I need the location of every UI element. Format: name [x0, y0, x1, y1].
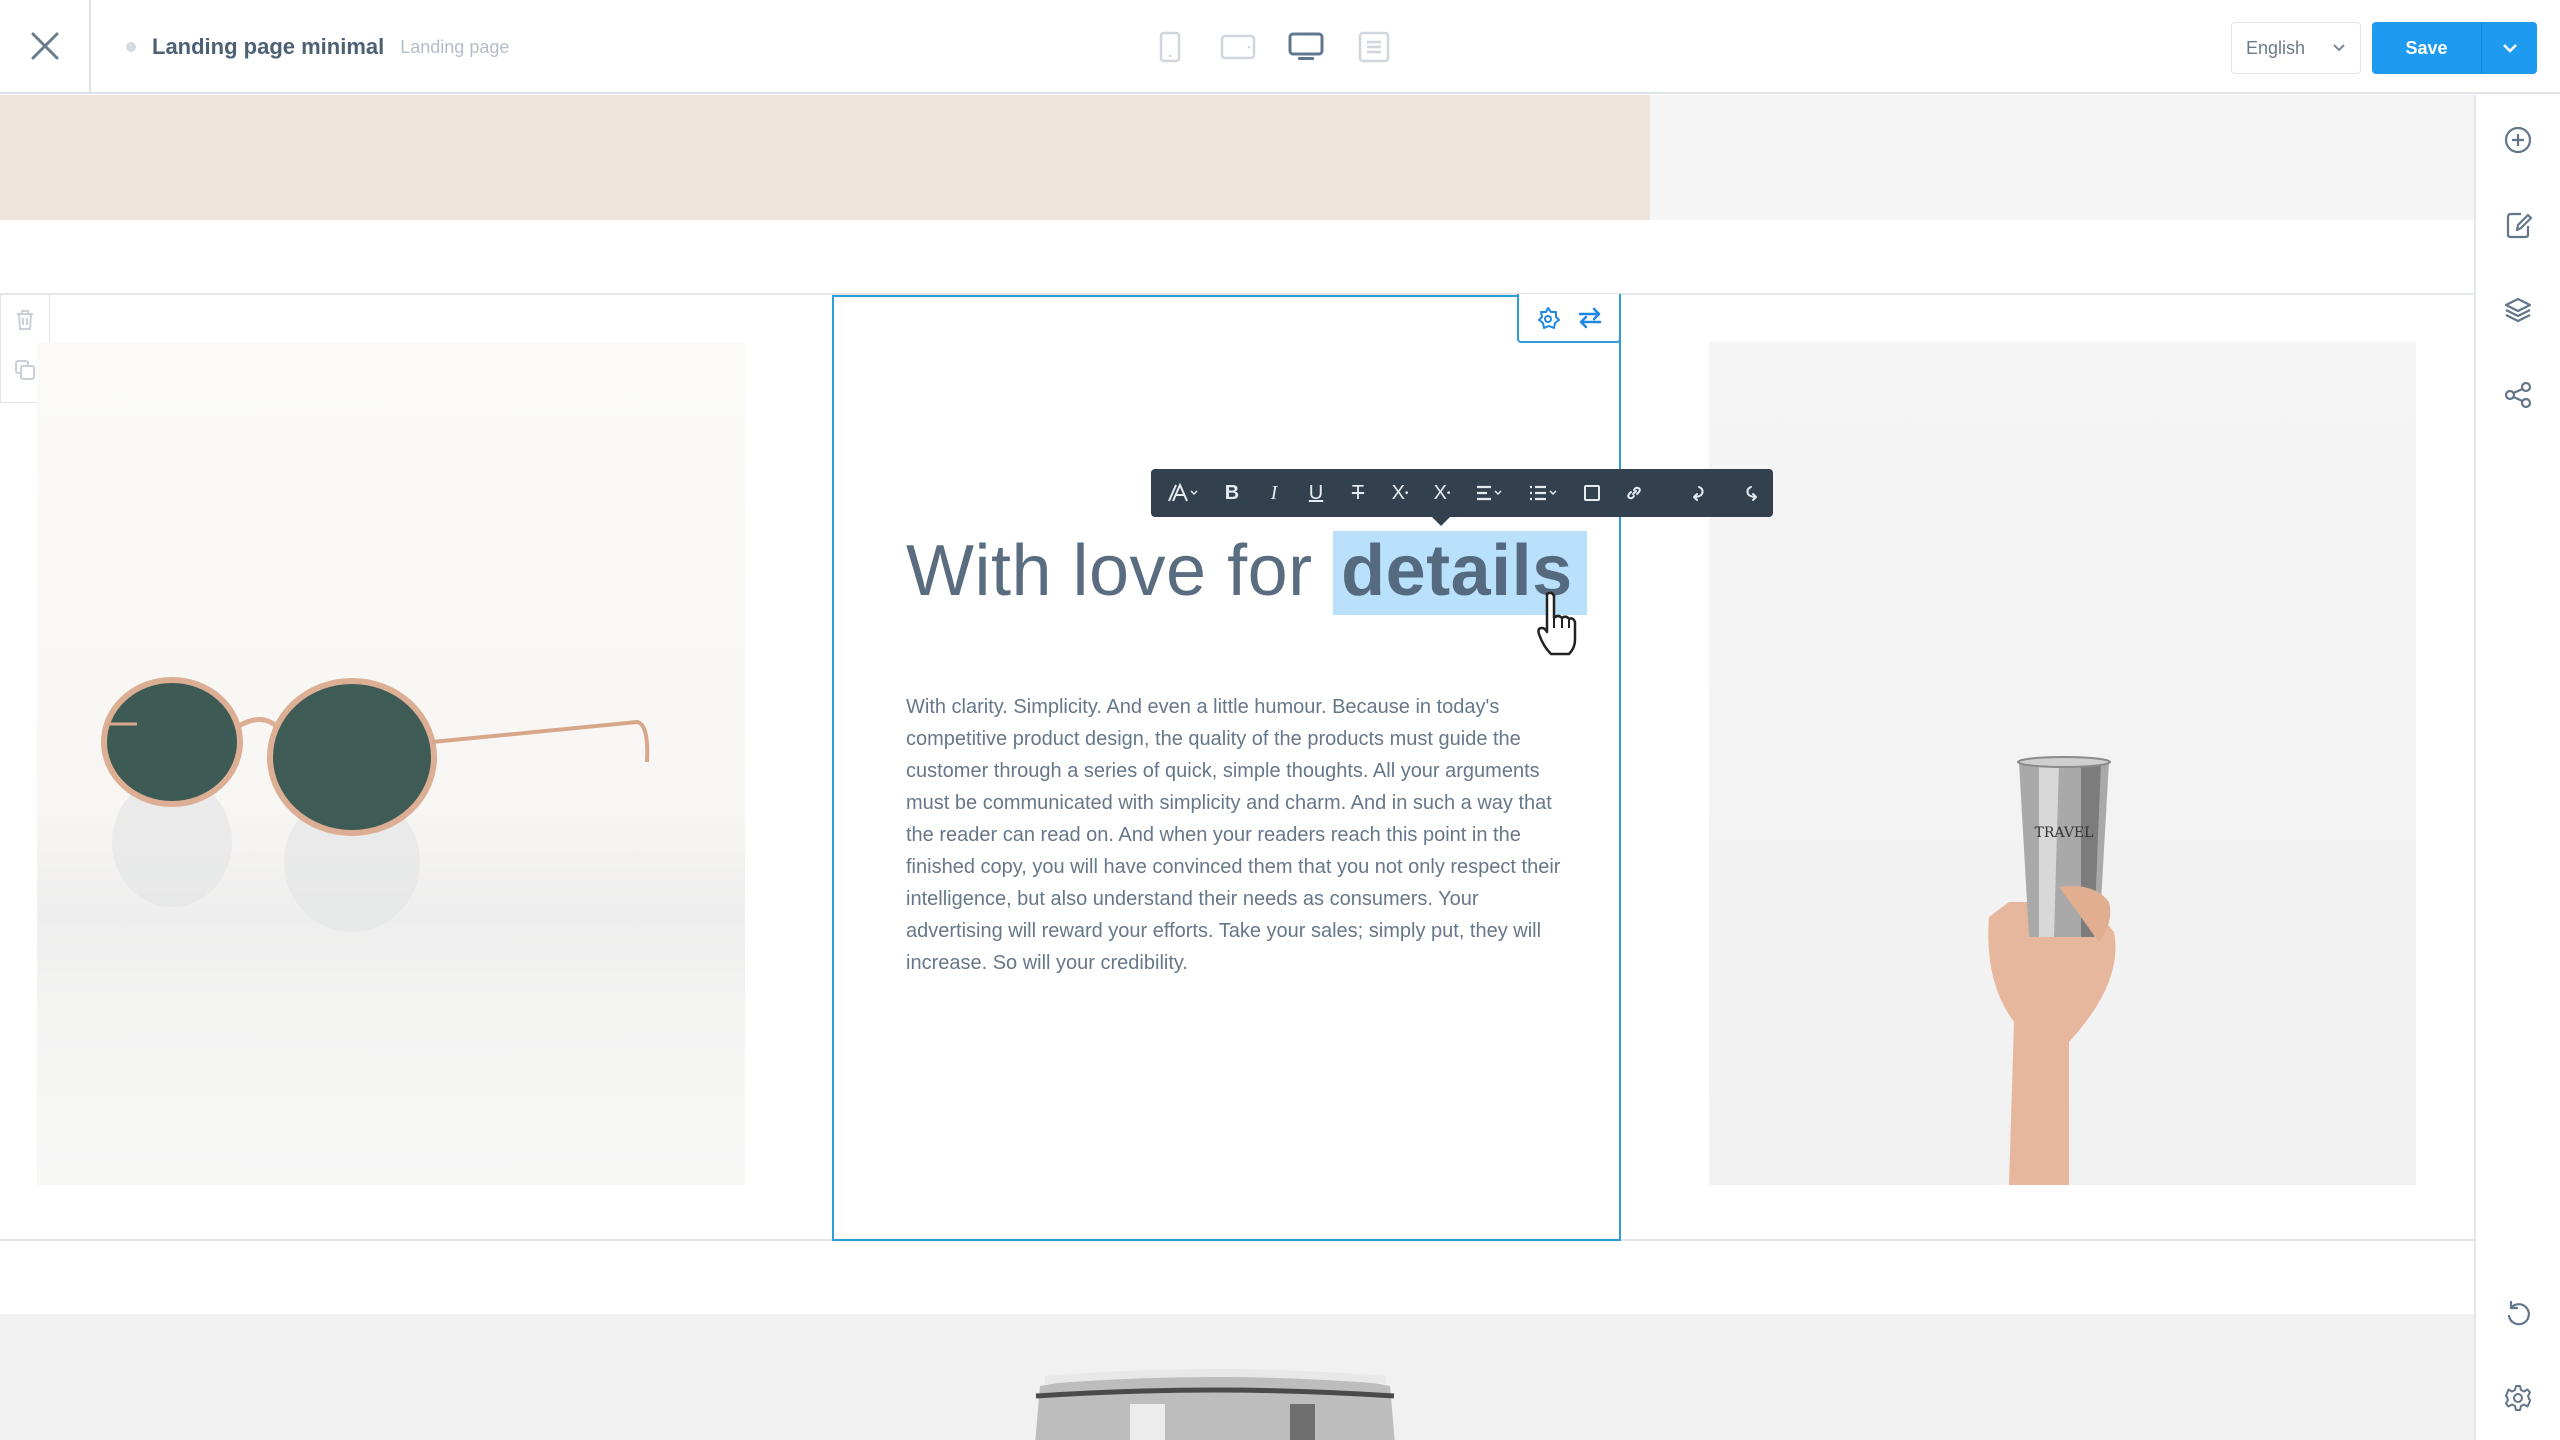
- flower-settings-icon: [1538, 306, 1560, 329]
- share-button[interactable]: [2476, 365, 2560, 425]
- italic-button[interactable]: I: [1253, 469, 1295, 517]
- device-desktop-button[interactable]: [1286, 27, 1326, 67]
- bullet-list-icon: [1530, 485, 1557, 501]
- content-section[interactable]: With love for details With clarity. Simp…: [0, 293, 2474, 1241]
- page-canvas: With love for details With clarity. Simp…: [0, 95, 2474, 1440]
- underline-button[interactable]: U: [1295, 469, 1337, 517]
- phone-icon: [1159, 31, 1181, 63]
- headline[interactable]: With love for details: [906, 530, 1587, 615]
- cup-print-text: TRAVEL: [2035, 825, 2094, 841]
- undo-format-button[interactable]: [1671, 469, 1725, 517]
- superscript-dot: •: [1404, 487, 1409, 499]
- superscript-icon: X: [1391, 481, 1405, 504]
- trash-icon: [17, 310, 33, 330]
- block-settings-button[interactable]: [1530, 300, 1566, 336]
- delete-section-button[interactable]: [1, 295, 49, 345]
- cup-illustration: TRAVEL: [1988, 756, 2116, 1185]
- strikethrough-button[interactable]: T: [1337, 469, 1379, 517]
- bold-icon: B: [1224, 481, 1240, 504]
- body-paragraph[interactable]: With clarity. Simplicity. And even a lit…: [906, 691, 1566, 979]
- share-icon: [2504, 381, 2532, 409]
- monitor-icon: [1288, 32, 1324, 60]
- italic-icon: I: [1270, 481, 1278, 504]
- subscript-dot: •: [1446, 487, 1451, 499]
- cup-image[interactable]: TRAVEL: [1709, 342, 2416, 1185]
- close-button[interactable]: [0, 0, 91, 92]
- next-section[interactable]: [0, 1314, 2474, 1440]
- swap-icon: [1578, 307, 1602, 328]
- chevron-down-icon: [2502, 44, 2517, 53]
- link-icon: [1627, 486, 1641, 500]
- plus-circle-icon: [2504, 126, 2532, 154]
- align-button[interactable]: [1463, 469, 1517, 517]
- font-size-icon: [1168, 483, 1198, 502]
- copy-icon: [15, 360, 35, 380]
- box-button[interactable]: [1571, 469, 1613, 517]
- link-button[interactable]: [1613, 469, 1655, 517]
- save-group: Save: [2372, 22, 2537, 74]
- device-tablet-button[interactable]: [1218, 27, 1258, 67]
- headline-text: With love for: [906, 531, 1334, 611]
- list-button[interactable]: [1517, 469, 1571, 517]
- block-tools: [1517, 294, 1621, 343]
- layers-icon: [2504, 297, 2532, 323]
- chevron-down-icon: [2333, 44, 2345, 52]
- page-title: Landing page minimal: [152, 34, 385, 59]
- strikethrough-icon: T: [1351, 481, 1365, 504]
- square-icon: [1584, 485, 1600, 501]
- settings-button[interactable]: [2476, 1368, 2560, 1428]
- bold-button[interactable]: B: [1211, 469, 1253, 517]
- hero-banner-background: [1650, 95, 2474, 220]
- redo-arrow-icon: [1746, 486, 1757, 501]
- redo-format-button[interactable]: [1725, 469, 1779, 517]
- device-list-button[interactable]: [1354, 27, 1394, 67]
- tablet-icon: [1220, 34, 1256, 60]
- swap-block-button[interactable]: [1572, 300, 1608, 336]
- page-title-area: Landing page minimal Landing page: [126, 0, 509, 94]
- right-sidebar: [2474, 95, 2560, 1440]
- save-button[interactable]: Save: [2372, 22, 2482, 74]
- subscript-icon: X: [1433, 481, 1447, 504]
- edit-page-button[interactable]: [2476, 195, 2560, 255]
- status-dot: [126, 42, 136, 52]
- device-mobile-button[interactable]: [1150, 27, 1190, 67]
- text-format-toolbar: B I U T X • X •: [1151, 469, 1773, 526]
- undo-button[interactable]: [2476, 1283, 2560, 1343]
- sunglasses-image[interactable]: [37, 342, 745, 1185]
- gear-icon: [2505, 1385, 2531, 1411]
- undo-icon: [2507, 1300, 2530, 1326]
- edit-page-icon: [2506, 212, 2533, 239]
- save-options-button[interactable]: [2482, 22, 2537, 74]
- undo-arrow-icon: [1693, 486, 1704, 501]
- hero-banner[interactable]: [0, 95, 1650, 220]
- close-icon: [31, 32, 58, 60]
- list-view-icon: [1358, 31, 1390, 63]
- language-value: English: [2246, 37, 2306, 58]
- align-left-icon: [1477, 485, 1502, 501]
- subscript-button[interactable]: X •: [1421, 469, 1463, 517]
- layers-button[interactable]: [2476, 280, 2560, 340]
- superscript-button[interactable]: X •: [1379, 469, 1421, 517]
- language-select[interactable]: English: [2231, 22, 2361, 74]
- top-bar: Landing page minimal Landing page Englis…: [0, 0, 2560, 94]
- font-size-button[interactable]: [1157, 469, 1211, 517]
- cup-top-illustration: [1035, 1369, 1395, 1440]
- hand-cursor-icon: [1537, 591, 1577, 656]
- device-switcher: [1150, 26, 1394, 68]
- add-block-button[interactable]: [2476, 110, 2560, 170]
- page-type: Landing page: [400, 36, 510, 57]
- underline-icon: U: [1308, 481, 1324, 504]
- sunglasses-illustration: [101, 677, 650, 932]
